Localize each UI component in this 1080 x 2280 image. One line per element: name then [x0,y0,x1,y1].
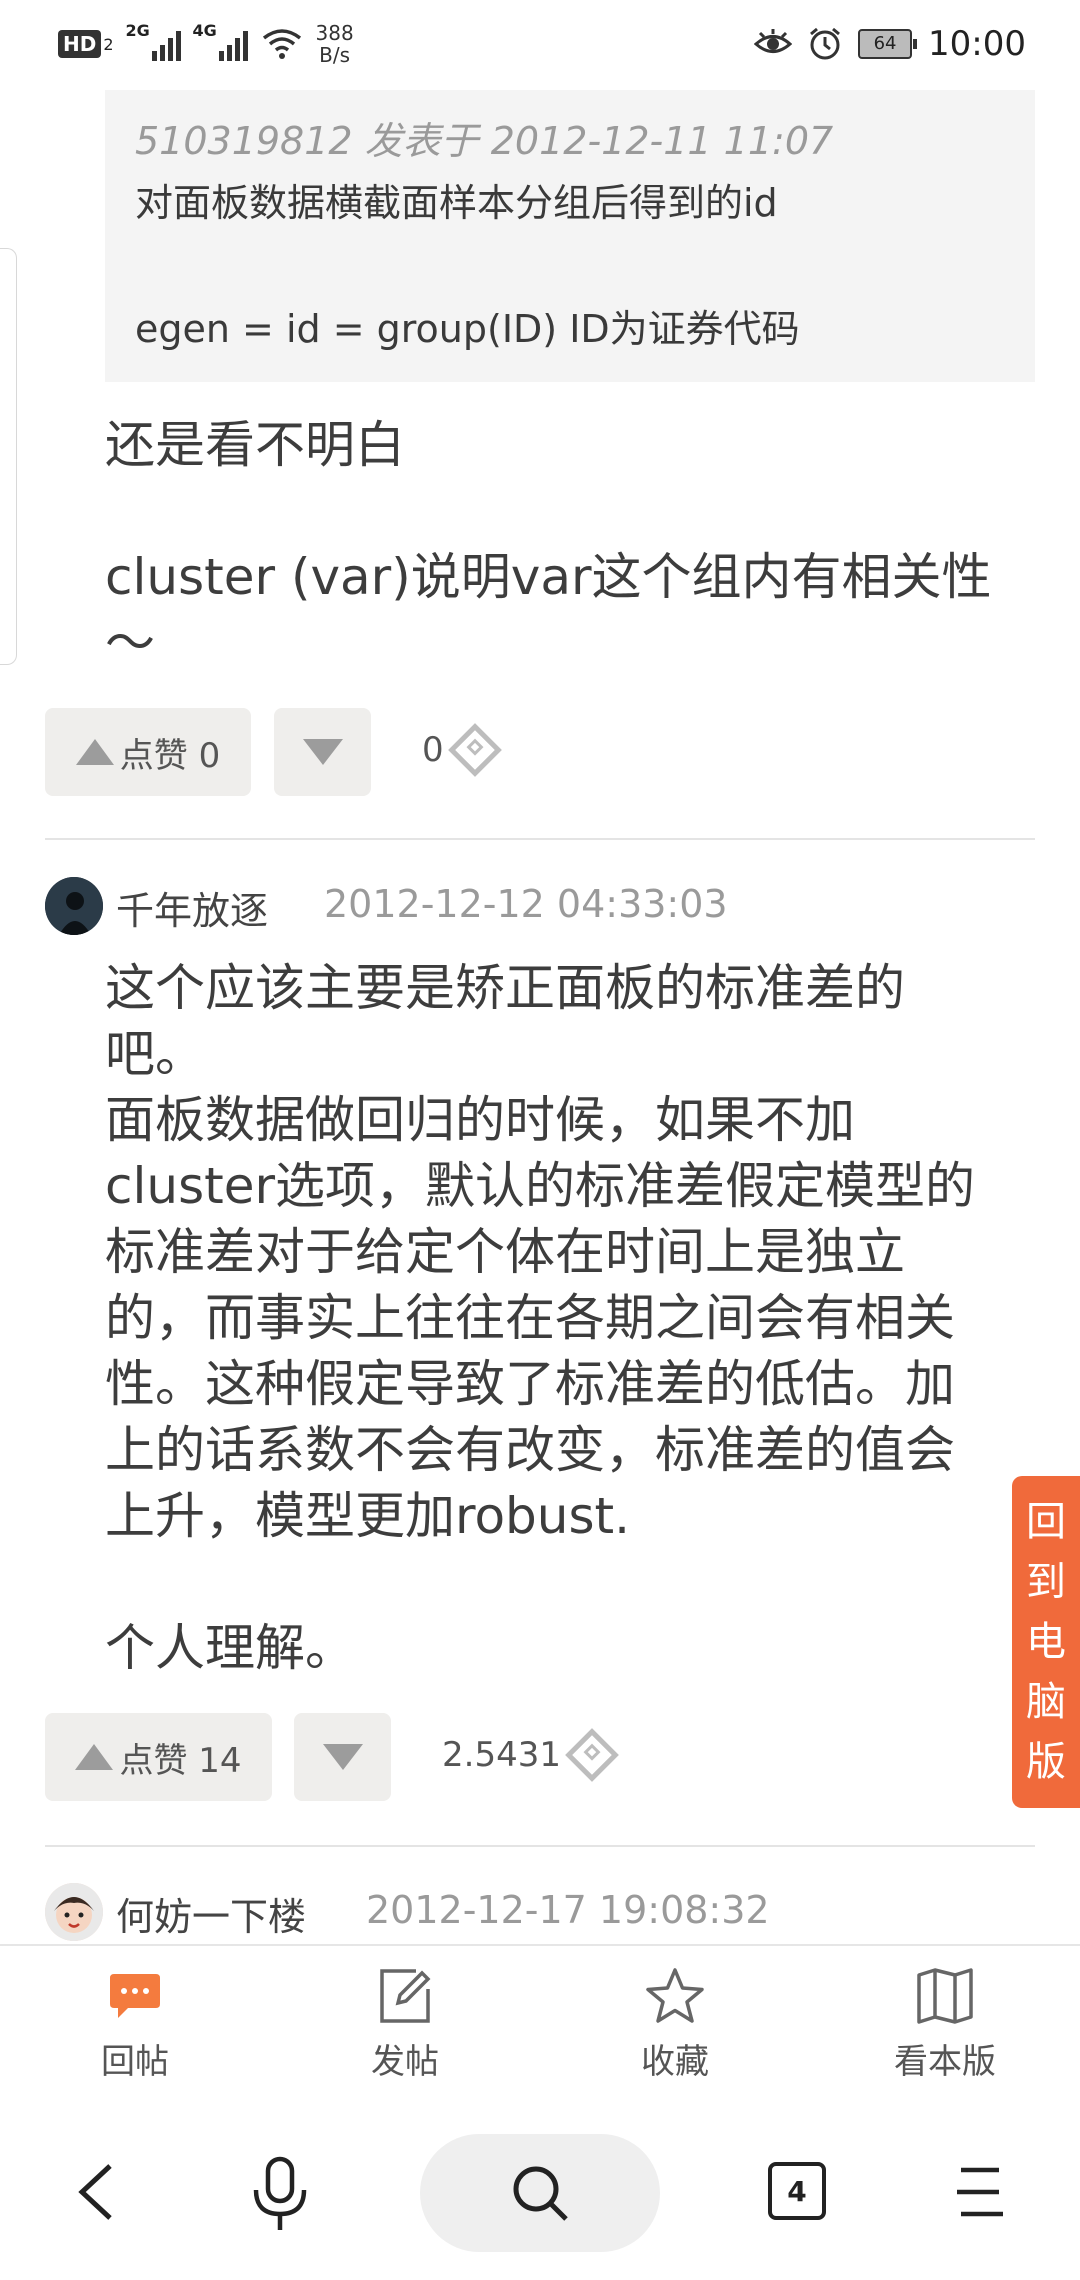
star-icon [645,1966,705,2026]
tabs-button[interactable]: 4 [768,2162,826,2220]
thumb-up-icon [75,739,114,765]
avatar[interactable] [45,877,103,935]
score: 0 [422,723,502,777]
divider [45,1845,1035,1847]
edge-handle[interactable] [0,248,17,665]
search-button[interactable] [420,2134,660,2252]
quote-meta: 510319812 发表于 2012-12-11 11:07 [135,119,834,163]
microphone-icon[interactable] [250,2156,310,2232]
edit-icon [375,1966,435,2026]
alarm-icon [810,27,840,60]
eye-icon [754,29,793,53]
score: 2.5431 [442,1728,619,1782]
coin-icon [447,723,502,777]
quote-line: 对面板数据横截面样本分组后得到的id [135,181,778,225]
wifi-icon [262,29,301,59]
coin-icon [565,1728,619,1782]
like-button[interactable]: 点赞 0 [45,708,251,796]
search-icon [513,2166,568,2221]
book-map-icon [915,1966,975,2026]
divider [45,838,1035,840]
favorite-button[interactable]: 收藏 [600,1966,750,2083]
back-icon[interactable] [72,2162,122,2222]
signal-icon-2: 4G [193,21,248,61]
like-label: 点赞 14 [119,1740,242,1781]
post-date: 2012-12-12 04:33:03 [324,882,728,926]
quote-block: 510319812 发表于 2012-12-11 11:07 对面板数据横截面样… [105,90,1035,382]
thumb-down-icon [302,739,343,765]
post-date: 2012-12-17 19:08:32 [366,1888,770,1932]
menu-icon[interactable] [955,2166,1005,2218]
score-value: 0 [422,730,444,770]
browser-nav-bar: 4 [0,2104,1080,2280]
desktop-version-button[interactable]: 回 到 电 脑 版 [1012,1476,1080,1808]
status-bar: HD 2 2G 4G 388 B/s 64 10:00 [0,0,1080,90]
dislike-button[interactable] [294,1713,391,1801]
username[interactable]: 千年放逐 [116,880,268,935]
dislike-button[interactable] [274,708,371,796]
quote-line: egen = id = group(ID) ID为证券代码 [135,307,800,351]
thumb-up-icon [75,1744,114,1770]
like-label: 点赞 0 [119,735,221,776]
avatar[interactable] [45,1883,103,1941]
score-value: 2.5431 [442,1735,561,1775]
like-button[interactable]: 点赞 14 [45,1713,272,1801]
new-post-button[interactable]: 发帖 [330,1966,480,2083]
chat-bubble-icon [105,1966,165,2026]
hd-badge: HD [58,30,102,58]
battery-icon: 64 [858,29,918,59]
signal-icon: 2G [126,21,181,61]
post-body: 还是看不明白 cluster (var)说明var这个组内有相关性 ～ [105,416,992,672]
thumb-down-icon [322,1744,363,1770]
network-speed: 388 B/s [315,21,354,67]
hd-sub: 2 [103,34,114,54]
post-body: 这个应该主要是矫正面板的标准差的 吧。 面板数据做回归的时候，如果不加 clus… [105,959,976,1677]
reply-button[interactable]: 回帖 [60,1966,210,2083]
username[interactable]: 何妨一下楼 [116,1886,306,1941]
view-board-button[interactable]: 看本版 [870,1966,1020,2083]
bottom-toolbar: 回帖 发帖 收藏 看本版 [0,1944,1080,2106]
clock: 10:00 [928,24,1026,64]
